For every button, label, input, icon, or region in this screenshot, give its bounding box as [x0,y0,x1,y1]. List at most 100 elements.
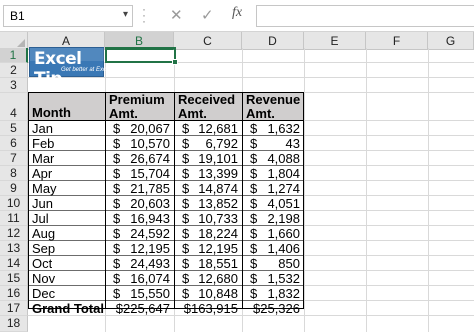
premium-value-cell[interactable]: 10,570 [123,136,170,151]
month-cell[interactable]: Mar [29,151,54,166]
month-cell[interactable]: Jan [29,121,53,136]
premium-value-cell[interactable]: 16,074 [123,271,170,286]
row-header-6[interactable]: 6 [0,136,28,151]
row-header-13[interactable]: 13 [0,241,28,256]
premium-value-cell[interactable]: 20,067 [123,121,170,136]
received-value-cell[interactable]: 18,551 [192,256,238,271]
revenue-value-cell[interactable]: 1,406 [260,241,300,256]
header-premium-line2: Amt. [109,106,138,121]
premium-value-cell[interactable]: 16,943 [123,211,170,226]
row-header-18[interactable]: 18 [0,316,28,332]
revenue-value-cell[interactable]: 2,198 [260,211,300,226]
grand-total-received[interactable]: $163,915 [177,301,238,316]
row-header-5[interactable]: 5 [0,121,28,136]
row-header-11[interactable]: 11 [0,211,28,226]
premium-currency-symbol: $ [113,151,121,166]
received-value-cell[interactable]: 6,792 [192,136,238,151]
received-value-cell[interactable]: 12,681 [192,121,238,136]
revenue-value-cell[interactable]: 1,532 [260,271,300,286]
received-value-cell[interactable]: 13,399 [192,166,238,181]
received-value-cell[interactable]: 10,848 [192,286,238,301]
row-header-2[interactable]: 2 [0,63,28,78]
premium-value-cell[interactable]: 12,195 [123,241,170,256]
premium-currency-symbol: $ [113,286,121,301]
premium-value-cell[interactable]: 15,704 [123,166,170,181]
row-header-7[interactable]: 7 [0,151,28,166]
month-cell[interactable]: Jun [29,196,53,211]
revenue-value-cell[interactable]: 1,804 [260,166,300,181]
header-premium-line1: Premium [109,92,165,107]
received-value-cell[interactable]: 12,680 [192,271,238,286]
select-all-icon [17,39,25,47]
grand-total-label[interactable]: Grand Total [32,301,104,316]
premium-value-cell[interactable]: 20,603 [123,196,170,211]
row-header-12[interactable]: 12 [0,226,28,241]
revenue-value-cell[interactable]: 4,051 [260,196,300,211]
revenue-value-cell[interactable]: 43 [260,136,300,151]
received-currency-symbol: $ [182,121,190,136]
fill-handle[interactable] [172,59,178,65]
received-value-cell[interactable]: 18,224 [192,226,238,241]
premium-value-cell[interactable]: 24,493 [123,256,170,271]
revenue-value-cell[interactable]: 850 [260,256,300,271]
premium-value-cell[interactable]: 24,592 [123,226,170,241]
received-value-cell[interactable]: 19,101 [192,151,238,166]
revenue-currency-symbol: $ [250,121,258,136]
header-received-line1: Received [178,92,236,107]
header-received-line2: Amt. [178,106,207,121]
row-header-4[interactable]: 4 [0,93,28,121]
premium-value-cell[interactable]: 21,785 [123,181,170,196]
active-cell-b1[interactable] [105,47,176,63]
received-currency-symbol: $ [182,226,190,241]
revenue-value-cell[interactable]: 1,274 [260,181,300,196]
header-revenue-line2: Amt. [246,106,275,121]
grand-total-premium[interactable]: $225,647 [108,301,170,316]
month-cell[interactable]: Jul [29,211,49,226]
row-header-9[interactable]: 9 [0,181,28,196]
premium-currency-symbol: $ [113,166,121,181]
received-value-cell[interactable]: 13,852 [192,196,238,211]
revenue-value-cell[interactable]: 1,832 [260,286,300,301]
revenue-value-cell[interactable]: 1,660 [260,226,300,241]
row-header-16[interactable]: 16 [0,286,28,301]
premium-currency-symbol: $ [113,196,121,211]
month-cell[interactable]: Aug [29,226,55,241]
row-header-10[interactable]: 10 [0,196,28,211]
month-cell[interactable]: Oct [29,256,52,271]
month-cell[interactable]: Nov [29,271,55,286]
row-header-1[interactable]: 1 [0,48,28,63]
logo-subtitle: Get better at Excel [61,67,111,73]
month-cell[interactable]: Dec [29,286,55,301]
month-cell[interactable]: Sep [29,241,55,256]
row-header-17[interactable]: 17 [0,301,28,316]
premium-currency-symbol: $ [113,211,121,226]
received-currency-symbol: $ [182,241,190,256]
premium-currency-symbol: $ [113,271,121,286]
premium-currency-symbol: $ [113,241,121,256]
chevron-down-icon[interactable]: ▾ [123,9,128,20]
drag-handle-icon[interactable]: · · · [142,3,148,27]
cancel-icon[interactable]: ✕ [170,6,183,24]
revenue-value-cell[interactable]: 1,632 [260,121,300,136]
received-currency-symbol: $ [182,181,190,196]
row-header-14[interactable]: 14 [0,256,28,271]
insert-function-icon[interactable]: fx [232,5,242,21]
month-cell[interactable]: Apr [29,166,52,181]
formula-input[interactable] [256,5,474,27]
revenue-currency-symbol: $ [250,151,258,166]
enter-icon[interactable]: ✓ [201,6,214,24]
premium-value-cell[interactable]: 15,550 [123,286,170,301]
row-header-15[interactable]: 15 [0,271,28,286]
received-currency-symbol: $ [182,196,190,211]
row-header-8[interactable]: 8 [0,166,28,181]
received-value-cell[interactable]: 12,195 [192,241,238,256]
revenue-value-cell[interactable]: 4,088 [260,151,300,166]
name-box[interactable]: B1 ▾ [3,5,133,27]
premium-value-cell[interactable]: 26,674 [123,151,170,166]
received-value-cell[interactable]: 10,733 [192,211,238,226]
grand-total-revenue[interactable]: $25,326 [245,301,300,316]
row-header-3[interactable]: 3 [0,78,28,93]
received-value-cell[interactable]: 14,874 [192,181,238,196]
month-cell[interactable]: Feb [29,136,54,151]
month-cell[interactable]: May [29,181,57,196]
